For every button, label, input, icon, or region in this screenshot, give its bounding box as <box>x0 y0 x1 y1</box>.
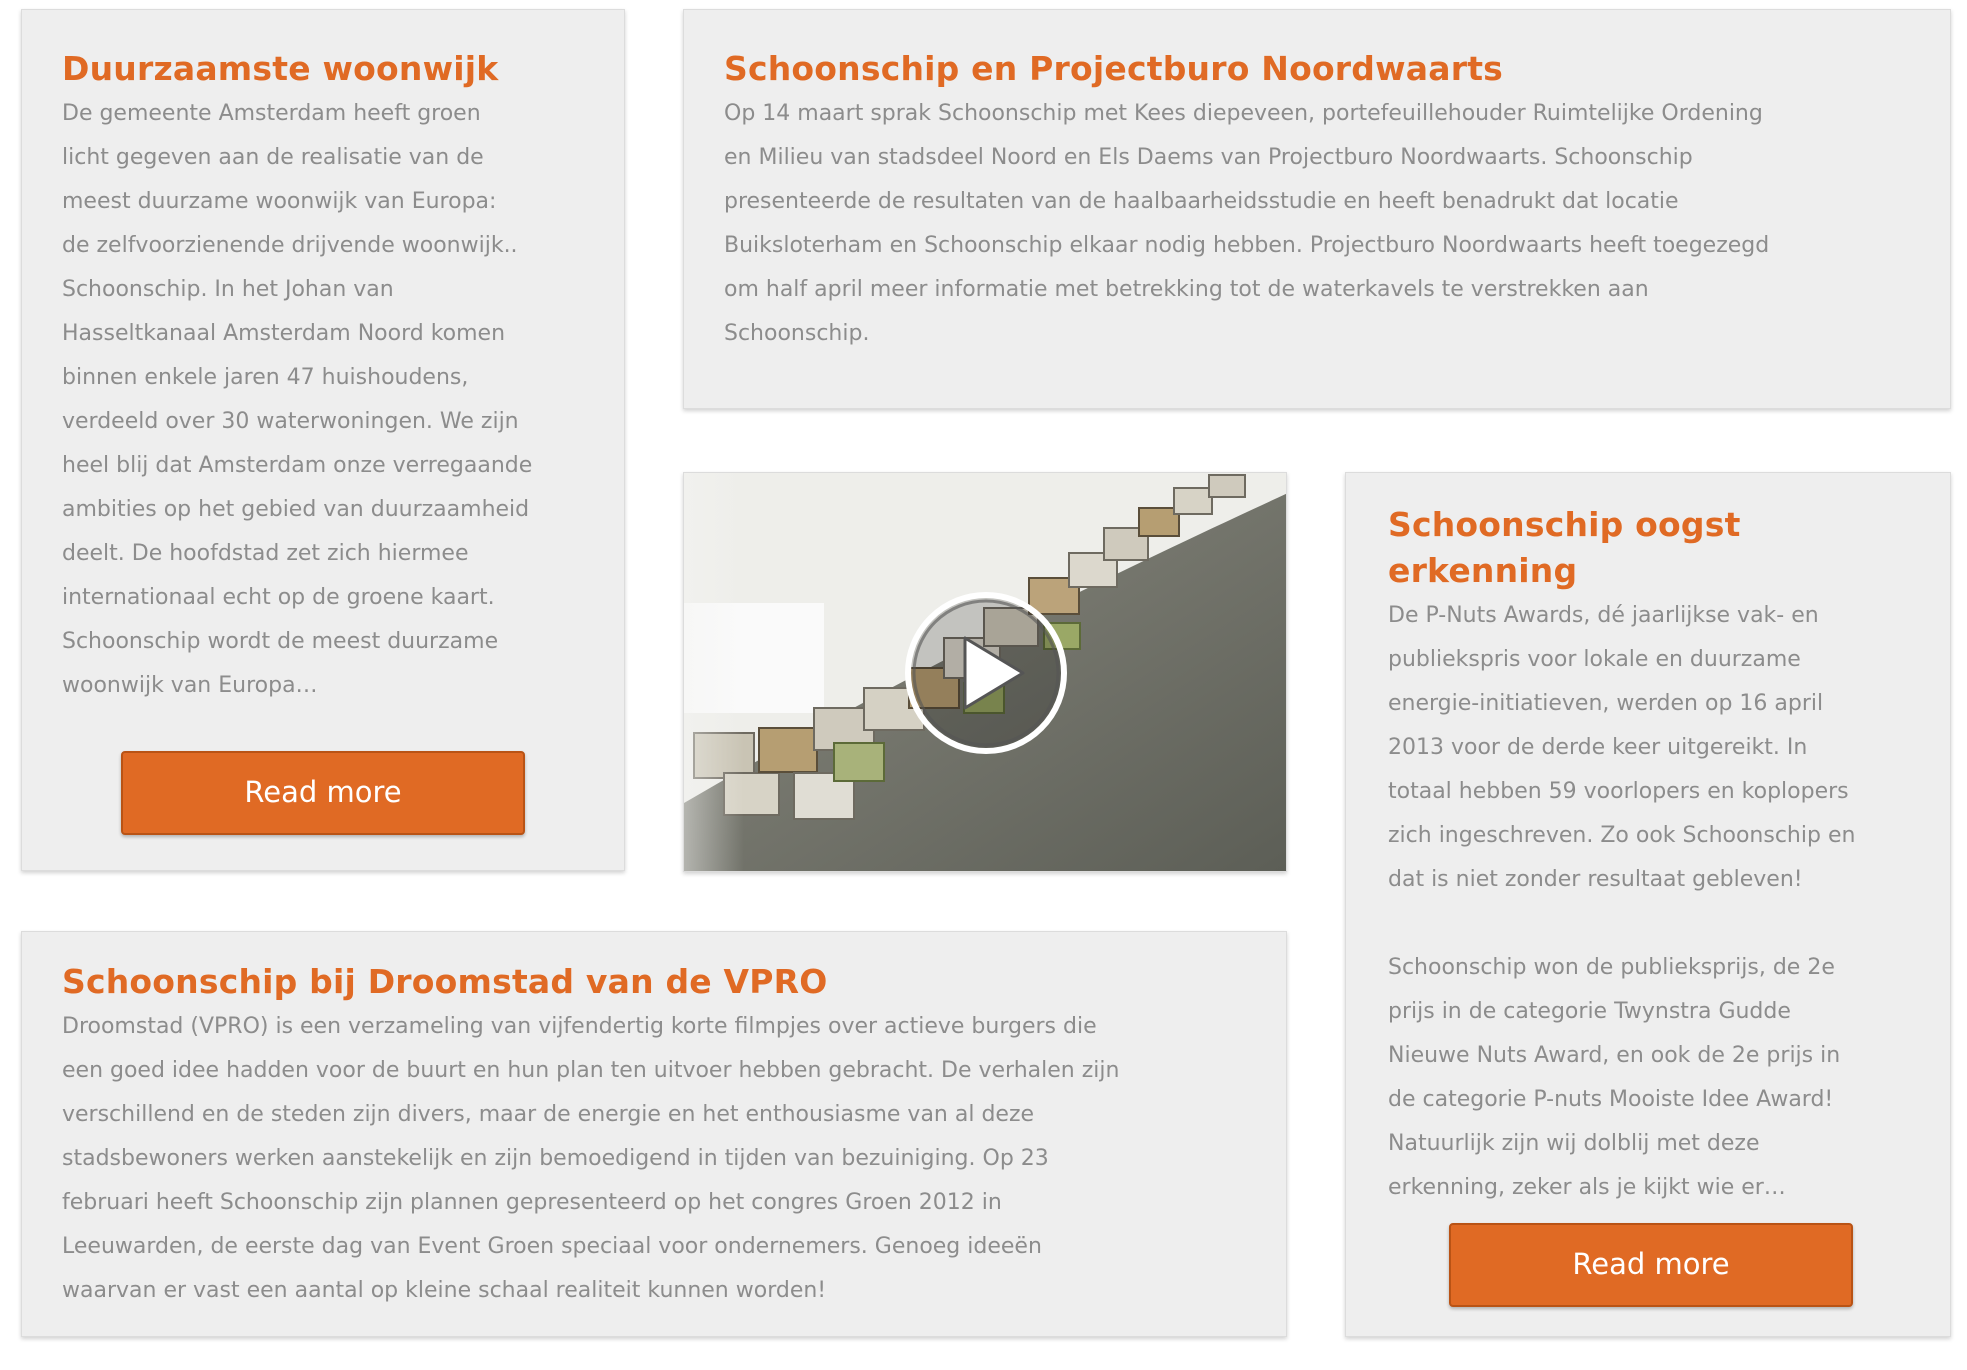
read-more-button[interactable]: Read more <box>121 751 525 835</box>
card-excerpt: Droomstad (VPRO) is een verzameling van … <box>62 1014 1120 1303</box>
card-title[interactable]: Schoonschip oogst erkenning <box>1388 502 1933 594</box>
news-card-projectburo-noordwaarts: Schoonschip en Projectburo Noordwaarts O… <box>683 9 1951 409</box>
news-card-oogst-erkenning: Schoonschip oogst erkenning De P-Nuts Aw… <box>1345 472 1951 1337</box>
news-card-duurzaamste-woonwijk: Duurzaamste woonwijk De gemeente Amsterd… <box>21 9 625 871</box>
play-icon[interactable] <box>901 588 1071 758</box>
card-title[interactable]: Schoonschip bij Droomstad van de VPRO <box>62 959 1262 1005</box>
card-excerpt: Op 14 maart sprak Schoonschip met Kees d… <box>724 101 1770 346</box>
video-thumbnail[interactable] <box>683 472 1287 872</box>
card-title[interactable]: Schoonschip en Projectburo Noordwaarts <box>724 46 1924 92</box>
news-card-droomstad-vpro: Schoonschip bij Droomstad van de VPRO Dr… <box>21 931 1287 1337</box>
card-title[interactable]: Duurzaamste woonwijk <box>62 46 602 92</box>
card-excerpt: De gemeente Amsterdam heeft groen licht … <box>62 101 533 698</box>
card-excerpt: De P-Nuts Awards, dé jaarlijkse vak- en … <box>1388 603 1856 1200</box>
read-more-button[interactable]: Read more <box>1449 1223 1853 1307</box>
